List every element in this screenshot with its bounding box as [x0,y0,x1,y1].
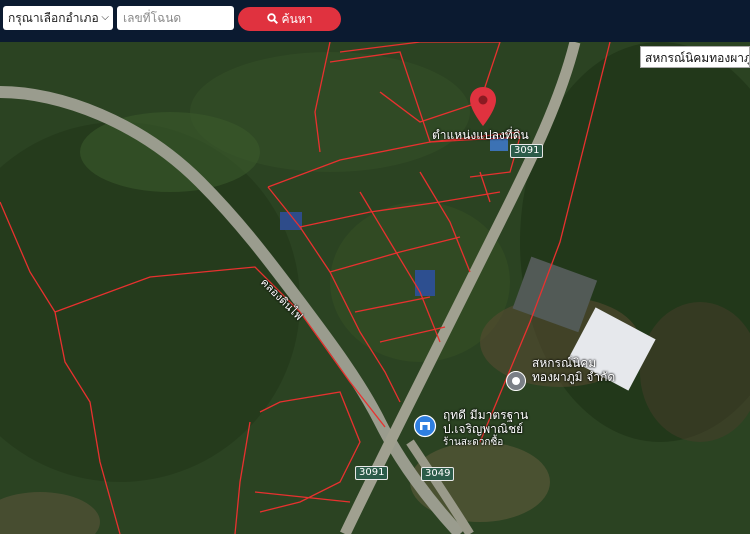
shop-label-sub: ร้านสะดวกซื้อ [443,437,504,448]
coop-label: สหกรณ์นิคม ทองผาภูมิ จำกัด [532,356,615,384]
search-toolbar: กรุณาเลือกอำเภอ ⌵ เลขที่โฉนด ค้นหา [0,0,750,42]
deed-number-placeholder: เลขที่โฉนด [123,11,182,25]
route-shield: 3091 [355,466,389,480]
map-pin-icon [470,87,496,126]
place-tooltip: สหกรณ์นิคมทองผาภูมิ [640,46,750,68]
route-shield: 3091 [510,144,544,158]
map-canvas[interactable] [0,42,750,534]
shop-poi[interactable] [413,414,437,438]
district-select-value: กรุณาเลือกอำเภอ [8,11,99,25]
search-button[interactable]: ค้นหา [238,7,341,31]
poi-pin-icon [506,371,526,391]
search-button-label: ค้นหา [281,12,313,26]
marker-label: ตำแหน่งแปลงที่ดิน [432,128,529,142]
district-select[interactable]: กรุณาเลือกอำเภอ ⌵ [3,6,113,30]
coop-label-line1: สหกรณ์นิคม [532,356,597,370]
satellite-map[interactable]: คลองดินไฟ 3091 3091 3049 ตำแหน่งแปลงที่ด… [0,42,750,534]
search-icon [266,8,278,32]
building-roof [280,212,302,230]
chevron-down-icon: ⌵ [101,12,109,23]
shop-label-line2: ป.เจริญพาณิชย์ [443,422,524,436]
route-shield: 3049 [421,467,455,481]
deed-number-input[interactable]: เลขที่โฉนด [117,6,234,30]
coop-label-line2: ทองผาภูมิ จำกัด [532,370,616,384]
building-roof [415,270,435,296]
shop-icon [413,414,437,438]
shop-label-line1: ฤทดี มีมาตรฐาน [443,408,529,422]
shop-label: ฤทดี มีมาตรฐาน ป.เจริญพาณิชย์ ร้านสะดวกซ… [443,408,528,450]
coop-poi[interactable] [505,370,527,392]
parcel-marker[interactable] [468,86,498,128]
